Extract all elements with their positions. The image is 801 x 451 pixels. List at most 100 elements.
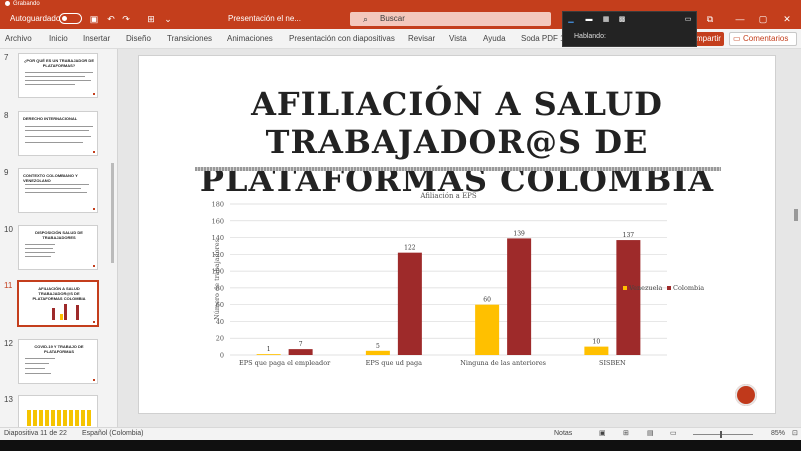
thumbnail-text-line (25, 136, 91, 137)
bar-colombia (288, 349, 313, 355)
slide-thumbnail[interactable]: DISPOSICIÓN SALUD DE TRABAJADORES (18, 225, 98, 270)
zoom-slider-knob[interactable] (720, 431, 722, 438)
data-label: 7 (299, 341, 303, 348)
search-box[interactable]: ⌕ Buscar (350, 12, 551, 26)
tab-revisar[interactable]: Revisar (408, 34, 435, 43)
language-indicator[interactable]: Español (Colombia) (82, 428, 143, 440)
tab-diseno[interactable]: Diseño (126, 34, 151, 43)
tab-transiciones[interactable]: Transiciones (167, 34, 212, 43)
record-dot-icon (5, 0, 10, 6)
x-tick-label: EPS que ud paga (366, 359, 423, 367)
save-icon[interactable]: ▣ (89, 14, 99, 24)
slide-thumbnail[interactable]: DERECHO INTERNACIONAL (18, 111, 98, 156)
thumbnail-row[interactable]: 10 DISPOSICIÓN SALUD DE TRABAJADORES (0, 225, 110, 273)
y-tick-label: 160 (212, 217, 224, 225)
expand-panel-icon[interactable]: ▭ (684, 16, 692, 23)
thumbnail-text-line (25, 76, 85, 77)
record-button[interactable] (735, 384, 757, 406)
thumbnail-row[interactable]: 13 (0, 395, 110, 427)
redo-icon[interactable]: ↷ (121, 14, 131, 24)
slide-canvas[interactable]: AFILIACIÓN A SALUD TRABAJADOR@S DE PLATA… (139, 56, 775, 413)
tab-animaciones[interactable]: Animaciones (227, 34, 273, 43)
document-title[interactable]: Presentación el ne... (228, 14, 301, 23)
thumbnail-text-line (25, 256, 51, 257)
slide-thumbnail[interactable] (18, 395, 98, 427)
thumbnail-row[interactable]: 7 ¿POR QUÉ ES UN TRABAJADOR DE PLATAFORM… (0, 53, 110, 101)
thumbnail-title: CONTEXTO COLOMBIANO Y VENEZOLANO (23, 173, 78, 183)
slide-sorter-icon[interactable]: ⊞ (623, 428, 629, 440)
slideshow-icon[interactable]: ▭ (670, 428, 677, 440)
thumbnail-number: 11 (4, 281, 13, 290)
grid-view-icon[interactable]: ▩ (618, 16, 626, 23)
thumbnail-title: DERECHO INTERNACIONAL (23, 116, 78, 121)
maximize-icon[interactable]: ▢ (756, 13, 770, 25)
thumbnail-corner-mark (93, 151, 95, 153)
thumbnail-text-line (25, 368, 45, 369)
thumbnail-corner-mark (93, 265, 95, 267)
thumbnail-scrollbar-thumb[interactable] (111, 163, 114, 263)
thumbnail-text-line (25, 142, 83, 143)
tab-insertar[interactable]: Insertar (83, 34, 110, 43)
tab-vista[interactable]: Vista (449, 34, 467, 43)
data-label: 10 (593, 339, 601, 346)
tab-archivo[interactable]: Archivo (5, 34, 32, 43)
reading-view-icon[interactable]: ▤ (647, 428, 654, 440)
speaking-label: Hablando: (574, 33, 606, 40)
thumbnail-text-line (25, 373, 51, 374)
work-area: 7 ¿POR QUÉ ES UN TRABAJADOR DE PLATAFORM… (0, 49, 801, 427)
thumbnail-text-line (25, 130, 89, 131)
slide-thumbnail[interactable]: COVID-19 Y TRABAJO DE PLATAFORMAS (18, 339, 98, 384)
slide-indicator: Diapositiva 11 de 22 (4, 430, 67, 437)
zoom-slider[interactable] (693, 434, 753, 435)
thumbnail-text-line (25, 252, 55, 253)
slide-thumbnail[interactable]: ¿POR QUÉ ES UN TRABAJADOR DE PLATAFORMAS… (18, 53, 98, 98)
tab-inicio[interactable]: Inicio (49, 34, 68, 43)
fit-to-window-icon[interactable]: ⊡ (792, 428, 798, 440)
data-label: 1 (267, 346, 271, 353)
zoom-level[interactable]: 85% (771, 428, 785, 440)
undo-icon[interactable]: ↶ (106, 14, 116, 24)
thumbnail-corner-mark (93, 379, 95, 381)
y-tick-label: 20 (216, 335, 224, 343)
tab-ayuda[interactable]: Ayuda (483, 34, 506, 43)
tab-presentacion[interactable]: Presentación con diapositivas (289, 34, 395, 43)
data-label: 60 (483, 297, 491, 304)
thumbnail-number: 9 (4, 168, 9, 177)
chart-title: Afiliación a EPS (419, 192, 477, 200)
y-axis-label: Número de trabajadores (213, 239, 221, 320)
thumbnail-text-line (25, 72, 93, 73)
thumbnail-row[interactable]: 8 DERECHO INTERNACIONAL (0, 111, 110, 159)
thumbnail-text-line (25, 192, 87, 193)
bar-venezuela (475, 304, 500, 355)
eps-affiliation-chart[interactable]: Afiliación a EPS020406080100120140160180… (139, 56, 775, 413)
thumbnail-row[interactable]: 12 COVID-19 Y TRABAJO DE PLATAFORMAS (0, 339, 110, 387)
customize-toolbar-icon[interactable]: ⌄ (163, 14, 173, 24)
x-tick-label: Ninguna de las anteriores (460, 359, 546, 367)
thumbnail-text-line (25, 84, 75, 85)
minimize-icon[interactable]: — (733, 13, 747, 25)
close-icon[interactable]: ✕ (780, 13, 794, 25)
thumbnail-row-selected[interactable]: 11 AFILIACIÓN A SALUD TRABAJADOR@S DE PL… (0, 280, 110, 329)
autosave-toggle[interactable] (59, 13, 82, 24)
tile-view-icon[interactable]: ▦ (602, 16, 610, 23)
tab-soda-pdf[interactable]: Soda PDF 1 (521, 34, 565, 43)
slide-scrollbar-thumb[interactable] (794, 209, 798, 221)
thumbnail-scrollbar[interactable] (110, 53, 115, 427)
thumbnail-row[interactable]: 9 CONTEXTO COLOMBIANO Y VENEZOLANO (0, 168, 110, 216)
thumbnail-title: COVID-19 Y TRABAJO DE PLATAFORMAS (34, 344, 84, 354)
slide-thumbnail-pane[interactable]: 7 ¿POR QUÉ ES UN TRABAJADOR DE PLATAFORM… (0, 49, 118, 427)
thumbnail-text-line (25, 188, 81, 189)
bar-colombia (616, 240, 641, 355)
notes-button[interactable]: Notas (554, 428, 572, 440)
normal-view-icon[interactable]: ▣ (599, 428, 606, 440)
comments-button[interactable]: ▭ Comentarios (729, 32, 797, 46)
layout-icon[interactable]: ▬ (585, 16, 593, 23)
meeting-floating-panel: ▁ ▬ ▦ ▩ ▭ Hablando: (562, 11, 697, 47)
slide-thumbnail[interactable]: CONTEXTO COLOMBIANO Y VENEZOLANO (18, 168, 98, 213)
start-presentation-icon[interactable]: ⊞ (146, 14, 156, 24)
minimize-panel-icon[interactable]: ▁ (567, 16, 575, 23)
slide-scrollbar[interactable] (790, 49, 801, 427)
thumbnail-title: AFILIACIÓN A SALUD TRABAJADOR@S DE PLATA… (32, 286, 86, 301)
slide-thumbnail-selected[interactable]: AFILIACIÓN A SALUD TRABAJADOR@S DE PLATA… (17, 280, 99, 327)
ribbon-display-icon[interactable]: ⧉ (703, 13, 717, 25)
